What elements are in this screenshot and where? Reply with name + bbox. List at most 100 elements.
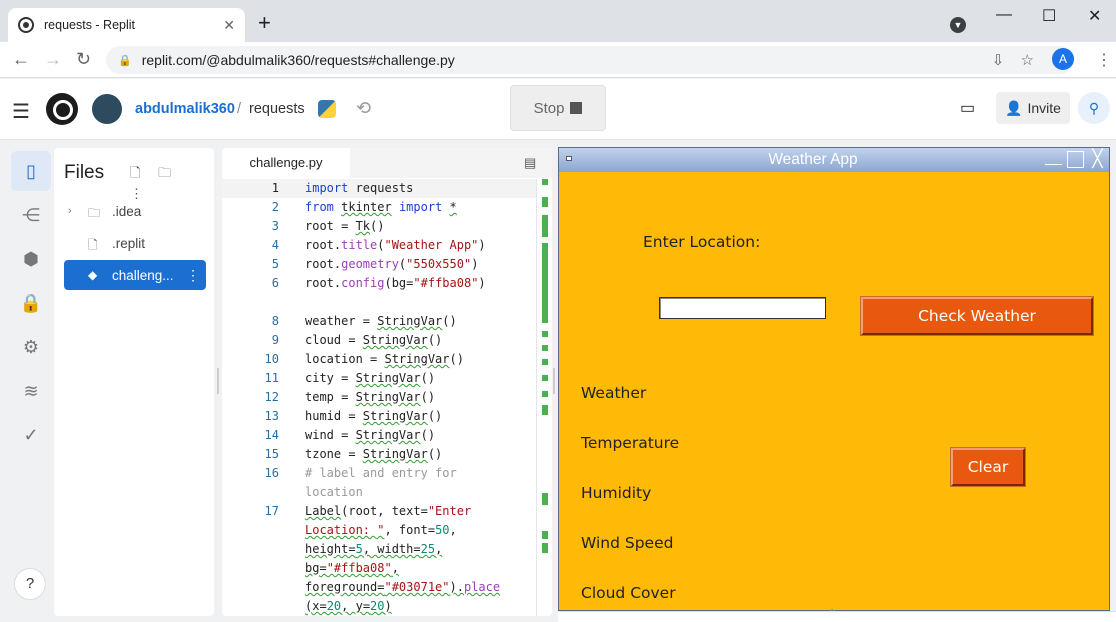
browser-tab-title: requests - Replit [44, 18, 136, 32]
code-line: Label(root, text="Enter [305, 504, 472, 518]
close-tab-icon[interactable]: ✕ [223, 17, 235, 34]
replit-logo-icon[interactable] [46, 93, 78, 125]
files-icon[interactable]: ▯ [11, 151, 51, 191]
clear-button[interactable]: Clear [950, 447, 1026, 487]
bookmark-star-icon[interactable]: ☆ [1021, 52, 1034, 69]
username-link[interactable]: abdulmalik360 [135, 101, 235, 117]
window-title: Weather App [768, 151, 858, 168]
code-editor[interactable]: challenge.py ▤ 1 2 3 4 5 6 8 9 10 11 12 … [222, 148, 552, 616]
minimize-window-icon[interactable] [1045, 151, 1062, 165]
user-avatar[interactable] [92, 94, 122, 124]
database-icon[interactable]: ≋ [11, 371, 51, 411]
line-number: 13 [264, 409, 279, 423]
line-number: 11 [264, 371, 279, 385]
code-line: weather = StringVar() [305, 314, 457, 328]
weather-app-window: Weather App ╳ Enter Location: Check Weat… [558, 147, 1110, 611]
check-weather-button[interactable]: Check Weather [860, 296, 1094, 336]
breadcrumb-separator: / [237, 101, 242, 117]
file-item-replit[interactable]: 🗋 .replit [64, 228, 206, 258]
version-control-icon[interactable]: ⋲ [11, 195, 51, 235]
code-line: temp = StringVar() [305, 390, 436, 404]
files-panel: Files 🗋 🗀 ⋮ › 🗀 .idea 🗋 .replit ◆ challe… [54, 148, 214, 616]
checkmark-icon[interactable]: ✓ [11, 415, 51, 455]
editor-scrollbar[interactable] [542, 179, 550, 616]
code-line: humid = StringVar() [305, 409, 443, 423]
code-line: root.config(bg="#ffba08") [305, 276, 486, 290]
file-item-idea[interactable]: › 🗀 .idea [64, 196, 206, 226]
close-window-icon[interactable]: ╳ [1089, 150, 1106, 168]
profile-avatar[interactable]: A [1052, 48, 1074, 70]
chevron-up-icon[interactable]: ⌃ [828, 608, 836, 619]
line-number: 17 [264, 504, 279, 518]
stop-square-icon [570, 102, 583, 114]
code-line: location [305, 485, 363, 499]
line-number: 12 [264, 390, 279, 404]
settings-gear-icon[interactable]: ⚙ [11, 327, 51, 367]
close-window-icon[interactable]: ✕ [1088, 6, 1101, 26]
address-bar[interactable]: 🔒 replit.com/@abdulmalik360/requests#cha… [106, 46, 1074, 74]
search-icon[interactable]: ⚲ [1078, 92, 1110, 124]
panel-resize-handle[interactable] [217, 368, 219, 394]
location-input[interactable] [659, 297, 826, 319]
maximize-window-icon[interactable]: ☐ [1042, 6, 1056, 26]
files-title: Files [64, 162, 105, 183]
code-line: # label and entry for [305, 466, 457, 480]
code-line: bg="#ffba08", [305, 561, 399, 575]
code-line: location = StringVar() [305, 352, 464, 366]
help-button[interactable]: ? [14, 568, 46, 600]
stop-button-label: Stop [533, 99, 565, 117]
back-arrow-icon[interactable]: ← [12, 49, 30, 70]
line-number: 8 [271, 314, 279, 328]
forward-arrow-icon[interactable]: → [44, 49, 62, 70]
reload-icon[interactable]: ↻ [76, 49, 91, 70]
packages-icon[interactable]: ⬢ [11, 239, 51, 279]
tab-search-icon[interactable]: ▼ [950, 17, 966, 33]
maximize-window-icon[interactable] [1067, 151, 1084, 168]
code-line: city = StringVar() [305, 371, 436, 385]
hamburger-menu-icon[interactable]: ☰ [12, 99, 30, 124]
tab-challenge-py[interactable]: challenge.py [222, 148, 350, 178]
browser-tab[interactable]: requests - Replit ✕ [8, 8, 245, 42]
humidity-label: Humidity [581, 484, 652, 502]
code-line: root.geometry("550x550") [305, 257, 479, 271]
wind-speed-label: Wind Speed [581, 534, 674, 552]
install-app-icon[interactable]: ⇩ [992, 52, 1005, 69]
line-number: 3 [271, 219, 279, 233]
new-file-icon[interactable]: 🗋 [130, 165, 140, 180]
chevron-right-icon: › [68, 205, 72, 217]
line-number: 16 [264, 466, 279, 480]
line-number: 9 [271, 333, 279, 347]
stop-button[interactable]: Stop [510, 85, 606, 131]
new-folder-icon[interactable]: 🗀 [158, 165, 171, 180]
enter-location-label: Enter Location: [643, 233, 761, 251]
editor-settings-icon[interactable]: ▤ [524, 155, 536, 171]
panel-resize-handle[interactable] [553, 368, 555, 394]
minimize-window-icon[interactable]: — [996, 6, 1012, 24]
secrets-lock-icon[interactable]: 🔒 [11, 283, 51, 323]
line-number: 4 [271, 238, 279, 252]
replit-favicon-icon [18, 17, 34, 33]
history-icon[interactable]: ⟲ [356, 98, 371, 119]
code-line: from tkinter import * [305, 200, 457, 214]
file-item-challenge[interactable]: ◆ challeng... ⋮ [64, 260, 206, 290]
code-line: tzone = StringVar() [305, 447, 443, 461]
file-icon: 🗋 [88, 238, 98, 252]
file-item-menu-icon[interactable]: ⋮ [186, 267, 200, 284]
repl-name[interactable]: requests [249, 101, 305, 117]
file-item-label: .replit [112, 235, 146, 251]
new-tab-button[interactable]: + [258, 12, 271, 34]
weather-label: Weather [581, 384, 647, 402]
line-number: 1 [271, 181, 279, 195]
code-line: foreground="#03071e").place [305, 580, 501, 594]
line-number: 5 [271, 257, 279, 271]
add-user-icon: 👤 [1005, 99, 1023, 116]
sidebar-rail: ▯ ⋲ ⬢ 🔒 ⚙ ≋ ✓ [0, 140, 62, 622]
line-number: 2 [271, 200, 279, 214]
file-item-label: .idea [112, 203, 142, 219]
python-language-icon [318, 100, 336, 118]
invite-button[interactable]: 👤 Invite [996, 92, 1070, 124]
browser-menu-icon[interactable]: ⋮ [1096, 50, 1112, 70]
chat-icon[interactable]: ▭ [960, 98, 975, 118]
cloud-cover-label: Cloud Cover [581, 584, 676, 602]
weather-app-titlebar[interactable]: Weather App ╳ [559, 148, 1109, 172]
